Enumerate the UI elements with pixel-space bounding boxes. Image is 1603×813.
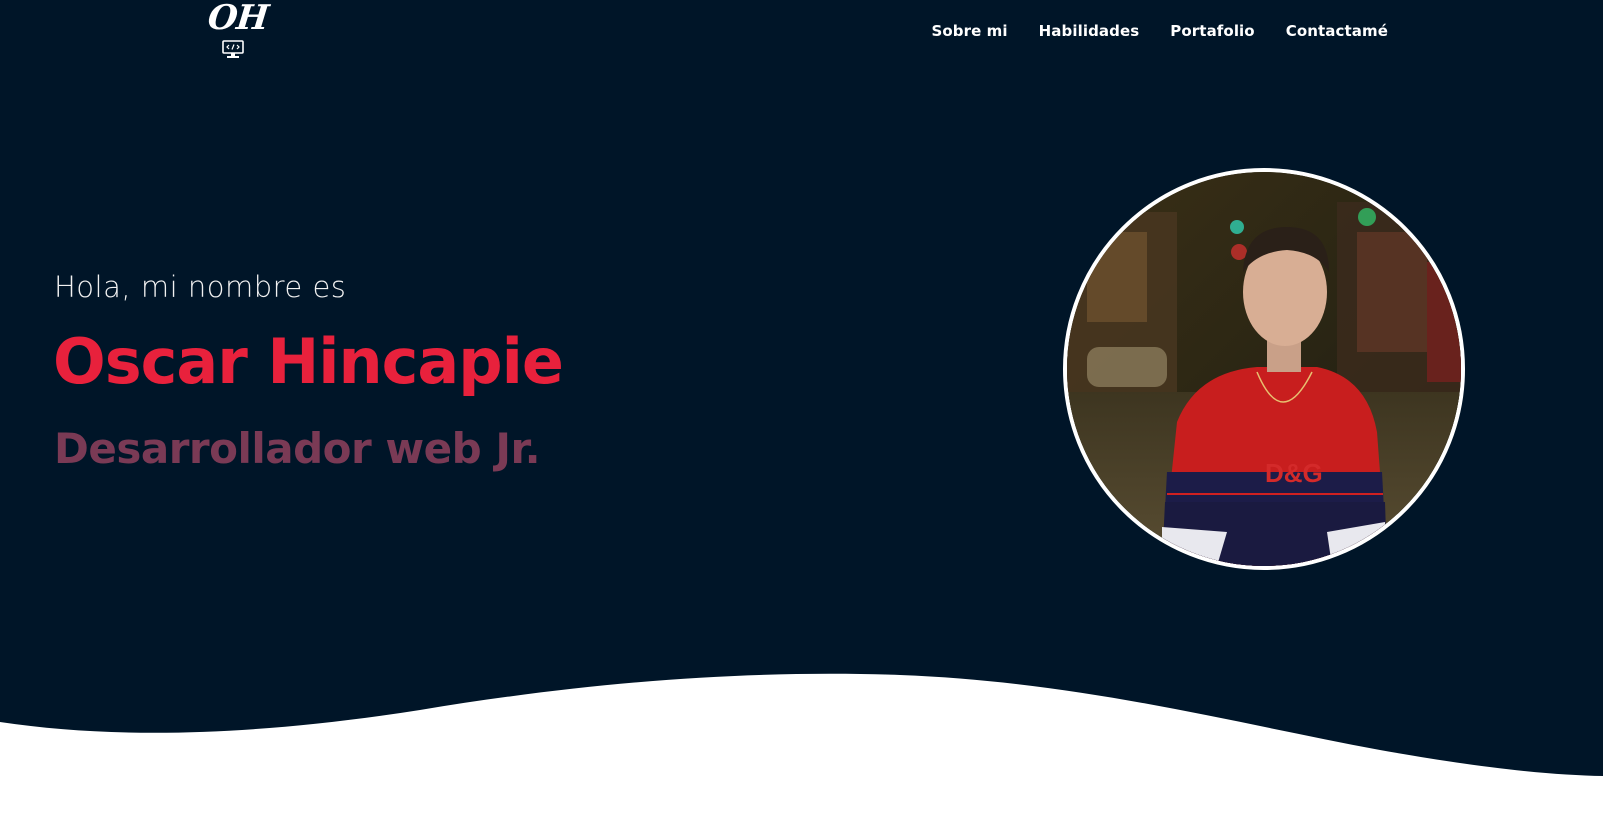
monitor-code-icon: [222, 40, 244, 58]
logo-text: OH: [205, 0, 270, 38]
main-nav: Sobre mi Habilidades Portafolio Contacta…: [900, 22, 1388, 40]
shirt-text: D&G: [1265, 458, 1323, 488]
nav-sobre-mi[interactable]: Sobre mi: [931, 22, 1007, 40]
nav-habilidades[interactable]: Habilidades: [1039, 22, 1140, 40]
nav-contactame[interactable]: Contactamé: [1286, 22, 1388, 40]
hero-name: Oscar Hincapie: [53, 325, 564, 398]
site-header: OH Sobre mi Habilidades Portafolio Conta…: [0, 0, 1603, 64]
wave-divider: [0, 673, 1603, 813]
nav-portafolio[interactable]: Portafolio: [1170, 22, 1254, 40]
hero-role: Desarrollador web Jr.: [54, 424, 541, 473]
logo[interactable]: OH: [206, 0, 270, 62]
hero-greeting: Hola, mi nombre es: [54, 270, 347, 304]
profile-photo: D&G: [1063, 168, 1465, 570]
